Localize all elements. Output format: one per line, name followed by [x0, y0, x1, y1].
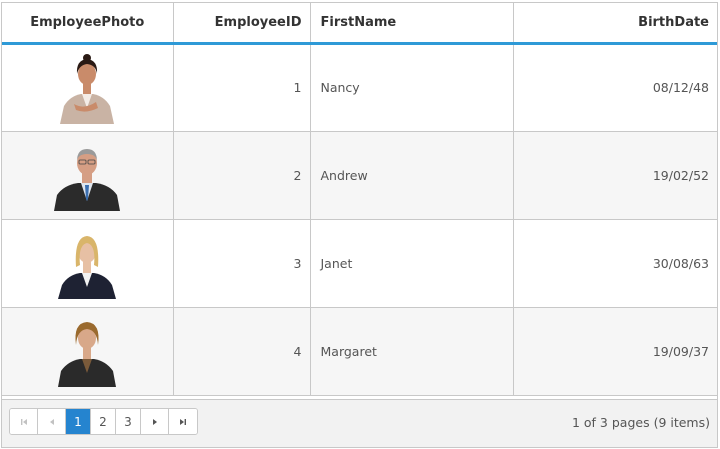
pager-buttons: 1 2 3 — [9, 408, 198, 435]
previous-page-icon — [47, 417, 57, 427]
birth-date-cell: 08/12/48 — [513, 43, 717, 132]
column-header-employee-id[interactable]: EmployeeID — [173, 3, 311, 45]
employee-photo — [54, 227, 120, 299]
employee-id-cell: 2 — [173, 131, 311, 220]
photo-cell — [2, 307, 174, 396]
table-row[interactable]: 1 Nancy 08/12/48 — [2, 43, 717, 132]
column-header-employee-photo[interactable]: EmployeePhoto — [2, 3, 174, 45]
birth-date-cell: 19/09/37 — [513, 307, 717, 396]
pager-info: 1 of 3 pages (9 items) — [571, 415, 710, 430]
page-button-3[interactable]: 3 — [116, 409, 141, 434]
employee-id-cell: 3 — [173, 219, 311, 308]
column-header-birth-date[interactable]: BirthDate — [513, 3, 717, 45]
table-row[interactable]: 2 Andrew 19/02/52 — [2, 131, 717, 220]
first-name-cell: Andrew — [310, 131, 514, 220]
photo-cell — [2, 131, 174, 220]
first-page-button[interactable] — [10, 409, 38, 434]
grid-table: EmployeePhoto EmployeeID FirstName Birth… — [2, 3, 717, 396]
next-page-button[interactable] — [141, 409, 169, 434]
table-row[interactable]: 4 Margaret 19/09/37 — [2, 307, 717, 396]
next-page-icon — [150, 417, 160, 427]
employee-photo — [54, 315, 120, 387]
birth-date-cell: 30/08/63 — [513, 219, 717, 308]
employee-grid: EmployeePhoto EmployeeID FirstName Birth… — [1, 2, 718, 448]
employee-photo — [54, 139, 121, 211]
table-row[interactable]: 3 Janet 30/08/63 — [2, 219, 717, 308]
employee-photo — [54, 52, 120, 124]
first-name-cell: Janet — [310, 219, 514, 308]
column-header-first-name[interactable]: FirstName — [310, 3, 514, 45]
last-page-button[interactable] — [169, 409, 197, 434]
first-name-cell: Margaret — [310, 307, 514, 396]
last-page-icon — [178, 417, 188, 427]
header-row: EmployeePhoto EmployeeID FirstName Birth… — [2, 3, 717, 45]
birth-date-cell: 19/02/52 — [513, 131, 717, 220]
employee-id-cell: 1 — [173, 43, 311, 132]
page-button-1[interactable]: 1 — [66, 409, 91, 434]
previous-page-button[interactable] — [38, 409, 66, 434]
page-button-2[interactable]: 2 — [91, 409, 116, 434]
first-page-icon — [19, 417, 29, 427]
photo-cell — [2, 43, 174, 132]
photo-cell — [2, 219, 174, 308]
pager: 1 2 3 1 of 3 pages (9 items) — [2, 399, 717, 447]
first-name-cell: Nancy — [310, 43, 514, 132]
employee-id-cell: 4 — [173, 307, 311, 396]
